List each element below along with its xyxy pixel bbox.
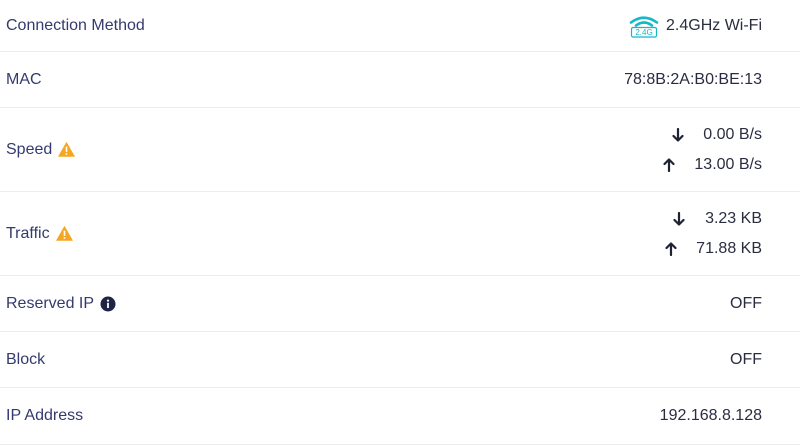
row-speed: Speed 0.00 B/s 13.00 B/s xyxy=(0,108,800,192)
info-icon[interactable] xyxy=(100,296,116,312)
arrow-down-icon xyxy=(672,211,686,226)
speed-download-line: 0.00 B/s xyxy=(671,126,762,144)
ip-address-label: IP Address xyxy=(6,407,84,424)
speed-download-value: 0.00 B/s xyxy=(703,125,762,143)
speed-label: Speed xyxy=(6,140,53,158)
row-traffic: Traffic 3.23 KB 71.88 KB xyxy=(0,192,800,276)
arrow-up-icon xyxy=(664,241,678,256)
block-label: Block xyxy=(6,350,46,368)
mac-value: 78:8B:2A:B0:BE:13 xyxy=(624,70,762,88)
speed-upload-value: 13.00 B/s xyxy=(694,155,762,173)
warning-icon[interactable] xyxy=(55,226,73,241)
ip-address-value: 192.168.8.128 xyxy=(659,407,762,424)
device-details-list: Connection Method 2.4G 2.4GHz Wi-Fi MAC … xyxy=(0,0,800,445)
connection-method-value-group: 2.4G 2.4GHz Wi-Fi xyxy=(628,14,762,38)
reserved-ip-value[interactable]: OFF xyxy=(730,295,762,313)
traffic-download-value: 3.23 KB xyxy=(705,209,762,227)
arrow-down-icon xyxy=(671,127,685,142)
reserved-ip-label: Reserved IP xyxy=(6,294,95,312)
speed-label-group: Speed xyxy=(6,140,76,159)
wifi-2.4g-icon: 2.4G xyxy=(628,14,660,38)
mac-label: MAC xyxy=(6,70,42,88)
block-value[interactable]: OFF xyxy=(730,351,762,369)
connection-method-label: Connection Method xyxy=(6,16,145,34)
traffic-upload-value: 71.88 KB xyxy=(696,239,762,257)
row-ip-address: IP Address 192.168.8.128 xyxy=(0,388,800,445)
row-reserved-ip: Reserved IP OFF xyxy=(0,276,800,332)
speed-upload-line: 13.00 B/s xyxy=(662,156,762,174)
row-mac: MAC 78:8B:2A:B0:BE:13 xyxy=(0,52,800,108)
warning-icon[interactable] xyxy=(58,142,76,157)
reserved-ip-label-group: Reserved IP xyxy=(6,295,116,313)
traffic-label: Traffic xyxy=(6,224,50,242)
arrow-up-icon xyxy=(662,157,676,172)
traffic-download-line: 3.23 KB xyxy=(672,210,762,228)
traffic-upload-line: 71.88 KB xyxy=(664,240,762,258)
row-block: Block OFF xyxy=(0,332,800,388)
wifi-badge-text: 2.4G xyxy=(635,28,652,37)
connection-method-value: 2.4GHz Wi-Fi xyxy=(666,16,762,34)
row-connection-method: Connection Method 2.4G 2.4GHz Wi-Fi xyxy=(0,0,800,52)
traffic-values: 3.23 KB 71.88 KB xyxy=(664,210,762,258)
speed-values: 0.00 B/s 13.00 B/s xyxy=(662,126,762,174)
traffic-label-group: Traffic xyxy=(6,225,73,243)
